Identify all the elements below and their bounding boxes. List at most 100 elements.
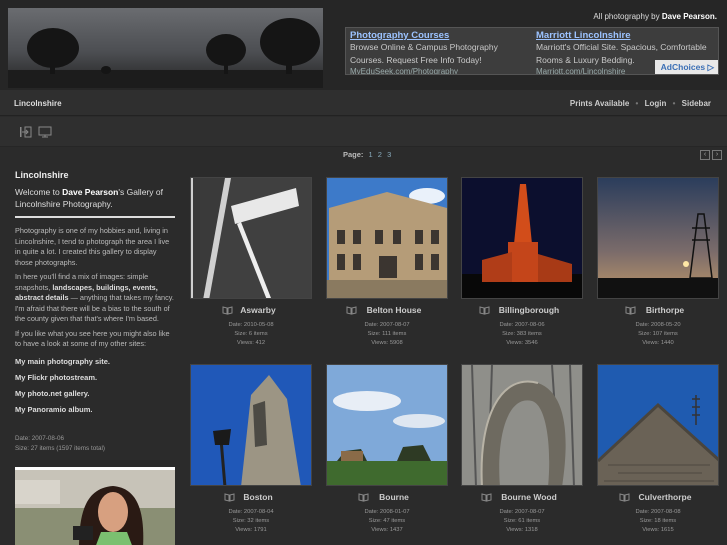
- gallery-card[interactable]: Aswarby Date: 2010-05-08 Size: 6 items V…: [190, 177, 312, 348]
- gallery-title[interactable]: Bourne: [365, 492, 409, 502]
- adchoices-button[interactable]: AdChoices ▷: [654, 60, 718, 74]
- nav-sidebar-link[interactable]: Sidebar: [682, 99, 711, 108]
- ad-item[interactable]: Photography Courses Browse Online & Camp…: [350, 30, 530, 74]
- gallery-caption: Culverthorpe: [597, 492, 719, 504]
- gallery-views: Views: 1440: [642, 340, 674, 346]
- sidebar-size: Size: 27 items (1597 items total): [15, 444, 105, 452]
- gallery-title[interactable]: Bourne Wood: [487, 492, 557, 502]
- photonet-link[interactable]: My photo.net gallery.: [15, 389, 175, 398]
- gallery-card[interactable]: Bourne Wood Date: 2007-08-07 Size: 61 it…: [461, 364, 583, 535]
- book-icon: [479, 306, 490, 315]
- sidebar-intro: Welcome to Dave Pearson's Gallery of Lin…: [15, 186, 175, 210]
- gallery-thumbnail[interactable]: [597, 364, 719, 486]
- gallery-card[interactable]: Birthorpe Date: 2008-05-20 Size: 107 ite…: [597, 177, 719, 348]
- gallery-title[interactable]: Aswarby: [226, 305, 275, 315]
- gallery-title[interactable]: Boston: [229, 492, 272, 502]
- gallery-title[interactable]: Billingborough: [485, 305, 559, 315]
- gallery-views: Views: 5908: [371, 340, 403, 346]
- featured-photo[interactable]: [15, 467, 175, 545]
- gallery-thumbnail[interactable]: [597, 177, 719, 299]
- gallery-views: Views: 1791: [235, 527, 267, 533]
- gallery-views: Views: 1615: [642, 527, 674, 533]
- gallery-title[interactable]: Birthorpe: [632, 305, 684, 315]
- gallery-caption: Bourne: [326, 492, 448, 504]
- gallery-thumbnail[interactable]: [326, 364, 448, 486]
- gallery-card[interactable]: Belton House Date: 2007-08-07 Size: 111 …: [326, 177, 448, 348]
- ad-url[interactable]: MyEduSeek.com/Photography: [350, 67, 530, 74]
- sidebar-paragraph: Photography is one of my hobbies and, li…: [15, 226, 170, 267]
- page-link-1[interactable]: 1: [369, 150, 373, 159]
- book-icon: [346, 306, 357, 315]
- gallery-thumbnail[interactable]: [461, 177, 583, 299]
- intro-name: Dave Pearson: [62, 187, 119, 197]
- sidebar-paragraph: If you like what you see here you might …: [15, 328, 170, 349]
- gallery-caption: Bourne Wood: [461, 492, 583, 504]
- breadcrumb[interactable]: Lincolnshire: [14, 99, 62, 108]
- gallery-date: Date: 2010-05-08: [228, 322, 274, 328]
- gallery-thumbnail[interactable]: [190, 364, 312, 486]
- next-page-button[interactable]: ›: [712, 150, 722, 160]
- flickr-link[interactable]: My Flickr photostream.: [15, 373, 175, 382]
- photographer-credit: All photography by Dave Pearson.: [593, 12, 717, 21]
- header-banner-image[interactable]: [8, 8, 323, 88]
- gallery-size: Size: 47 items: [368, 518, 406, 524]
- gallery-meta: Date: 2007-08-07 Size: 111 items Views: …: [326, 321, 448, 348]
- adchoices-label: AdChoices: [660, 62, 706, 72]
- page-link-3[interactable]: 3: [387, 150, 391, 159]
- slideshow-icon[interactable]: [38, 126, 52, 138]
- gallery-date: Date: 2007-08-07: [364, 322, 410, 328]
- sidebar-title: Lincolnshire: [15, 170, 69, 180]
- gallery-size: Size: 32 items: [232, 518, 270, 524]
- gallery-size: Size: 383 items: [502, 331, 542, 337]
- ad-title-link[interactable]: Marriott Lincolnshire: [536, 30, 716, 41]
- gallery-meta: Date: 2007-08-04 Size: 32 items Views: 1…: [190, 508, 312, 535]
- book-icon: [224, 493, 235, 502]
- gallery-card[interactable]: Culverthorpe Date: 2007-08-08 Size: 18 i…: [597, 364, 719, 535]
- gallery-toolbar: [0, 117, 727, 147]
- nav-separator: •: [672, 99, 676, 108]
- gallery-caption: Aswarby: [190, 305, 312, 317]
- ad-title-link[interactable]: Photography Courses: [350, 30, 530, 41]
- panoramio-link[interactable]: My Panoramio album.: [15, 405, 175, 414]
- sidebar: Lincolnshire Welcome to Dave Pearson's G…: [8, 163, 182, 545]
- page-link-2[interactable]: 2: [378, 150, 382, 159]
- ad-body: Browse Online & Campus Photography Cours…: [350, 42, 498, 65]
- main-site-link[interactable]: My main photography site.: [15, 357, 175, 366]
- adchoices-icon: ▷: [707, 62, 714, 72]
- gallery-thumbnail[interactable]: [190, 177, 312, 299]
- gallery-size: Size: 6 items: [234, 331, 268, 337]
- ad-banner[interactable]: Photography Courses Browse Online & Camp…: [345, 27, 719, 75]
- gallery-date: Date: 2008-05-20: [635, 322, 681, 328]
- sidebar-date: Date: 2007-08-06: [15, 434, 65, 442]
- gallery-card[interactable]: Bourne Date: 2008-01-07 Size: 47 items V…: [326, 364, 448, 535]
- gallery-card[interactable]: Billingborough Date: 2007-08-06 Size: 38…: [461, 177, 583, 348]
- gallery-meta: Date: 2008-05-20 Size: 107 items Views: …: [597, 321, 719, 348]
- gallery-thumbnail[interactable]: [461, 364, 583, 486]
- gallery-date: Date: 2007-08-07: [499, 509, 545, 515]
- book-icon: [481, 493, 492, 502]
- gallery-meta: Date: 2008-01-07 Size: 47 items Views: 1…: [326, 508, 448, 535]
- gallery-thumbnail[interactable]: [326, 177, 448, 299]
- prev-page-button[interactable]: ‹: [700, 150, 710, 160]
- gallery-card[interactable]: Boston Date: 2007-08-04 Size: 32 items V…: [190, 364, 312, 535]
- gallery-title[interactable]: Belton House: [353, 305, 422, 315]
- nav-links: Prints Available • Login • Sidebar: [570, 99, 711, 108]
- book-icon: [625, 306, 636, 315]
- gallery-size: Size: 18 items: [639, 518, 677, 524]
- nav-login-link[interactable]: Login: [645, 99, 667, 108]
- book-icon: [358, 493, 369, 502]
- gallery-size: Size: 111 items: [367, 331, 407, 337]
- book-icon: [619, 493, 630, 502]
- gallery-date: Date: 2007-08-08: [635, 509, 681, 515]
- gallery-title[interactable]: Culverthorpe: [625, 492, 692, 502]
- pager: Page: 1 2 3 ‹ ›: [0, 147, 727, 163]
- gallery-size: Size: 107 items: [638, 331, 678, 337]
- gallery-meta: Date: 2007-08-07 Size: 61 items Views: 1…: [461, 508, 583, 535]
- gallery-meta: Date: 2010-05-08 Size: 6 items Views: 41…: [190, 321, 312, 348]
- sidebar-meta: Date: 2007-08-06 Size: 27 items (1597 it…: [15, 434, 175, 454]
- gallery-caption: Birthorpe: [597, 305, 719, 317]
- nav-prints-link[interactable]: Prints Available: [570, 99, 629, 108]
- gallery-meta: Date: 2007-08-06 Size: 383 items Views: …: [461, 321, 583, 348]
- exit-gallery-icon[interactable]: [19, 126, 33, 138]
- credit-name[interactable]: Dave Pearson.: [662, 12, 717, 21]
